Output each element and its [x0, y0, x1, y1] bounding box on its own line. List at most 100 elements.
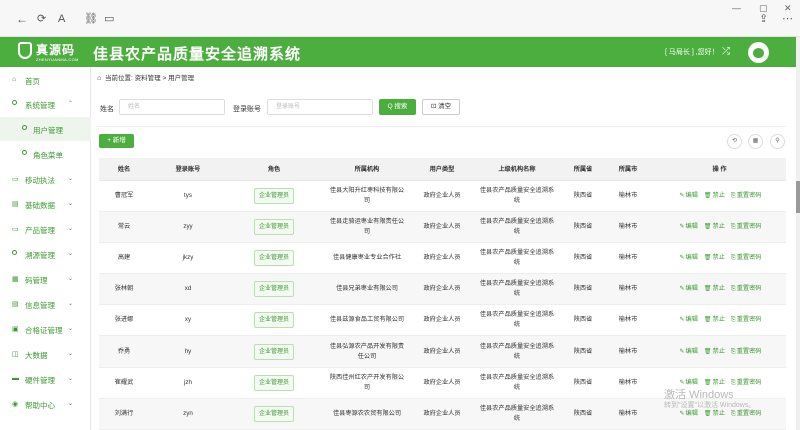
account-input[interactable]: 登录账号 [267, 99, 373, 115]
edit-action-button[interactable]: ✎编辑 [678, 285, 698, 292]
sidebar-item-label: 移动执法 [25, 176, 55, 185]
reset-action-button[interactable]: ⎘重置密码 [729, 192, 762, 199]
col-header[interactable]: 用户类型 [413, 158, 471, 181]
help-icon: ◉ [12, 401, 19, 408]
edit-action-button[interactable]: ✎编辑 [678, 223, 698, 230]
cell-type: 政府企业人员 [413, 398, 471, 430]
name-label: 姓名 [100, 106, 114, 113]
col-header[interactable]: 所属省 [563, 158, 603, 181]
reset-action-label: 重置密码 [736, 409, 762, 417]
sidebar-item-products[interactable]: ▭ 产品管理 ⌄ [0, 217, 91, 241]
sidebar-item-big-data[interactable]: ◫ 大数据 ⌄ [0, 342, 91, 366]
refresh-icon[interactable]: ⟲ [727, 134, 742, 149]
cell-parent: 佳县农产品质量安全追溯系统 [471, 367, 563, 399]
cell-account: zyy [149, 211, 227, 243]
clear-button[interactable]: ⊡ 清空 [422, 99, 460, 115]
minimize-icon[interactable]: — [732, 3, 741, 13]
window-icon[interactable]: ▭ [104, 14, 114, 25]
sidebar-item-users[interactable]: 用户管理 [0, 117, 91, 141]
edit-action-button[interactable]: ✎编辑 [678, 379, 698, 386]
back-icon[interactable]: ← [16, 13, 28, 25]
disable-action-button[interactable]: 🗑禁止 [702, 410, 725, 417]
cell-parent: 佳县农产品质量安全追溯系统 [471, 335, 563, 368]
sidebar-item-mobile-enforcement[interactable]: ▭ 移动执法 ⌄ [0, 167, 91, 191]
cell-name: 常云 [99, 211, 149, 243]
reset-action-label: 重置密码 [736, 253, 762, 261]
grid-icon[interactable]: ▦ [748, 134, 763, 149]
col-header[interactable]: 姓名 [99, 158, 149, 181]
disable-action-label: 禁止 [712, 316, 725, 324]
cell-org: 佳县大阳升红枣科技有限公司 [321, 180, 413, 212]
trash-icon: 🗑 [703, 348, 712, 355]
sidebar: ⌂ 首页 系统管理 ⌃ 用户管理 角色菜单 ▭ 移动执法 ⌄ ▤ 基础数据 ⌄ … [0, 67, 91, 430]
font-icon[interactable]: A [58, 14, 65, 25]
disable-action-label: 禁止 [712, 347, 725, 355]
certificate-icon: ▣ [12, 326, 19, 333]
col-header[interactable]: 上级机构名称 [471, 158, 563, 181]
disable-action-button[interactable]: 🗑禁止 [702, 254, 725, 261]
menu-icon[interactable]: ⋯ [782, 14, 793, 25]
sidebar-item-info[interactable]: ▤ 信息管理 ⌄ [0, 292, 91, 316]
cell-account: xd [149, 273, 227, 306]
sidebar-item-help[interactable]: ◉ 帮助中心 ⌄ [0, 392, 91, 416]
sidebar-item-hardware[interactable]: ▬ 硬件管理 ⌄ [0, 367, 91, 391]
role-badge: 企业管理员 [253, 405, 294, 422]
edit-action-button[interactable]: ✎编辑 [678, 348, 698, 355]
name-input[interactable]: 姓名 [119, 99, 225, 115]
edit-icon: ✎ [679, 410, 685, 417]
sidebar-item-basic-data[interactable]: ▤ 基础数据 ⌄ [0, 192, 91, 216]
chevron-down-icon: ⌄ [68, 351, 74, 357]
disable-action-button[interactable]: 🗑禁止 [702, 285, 725, 292]
cell-province: 陕西省 [563, 211, 603, 243]
add-button[interactable]: + 新增 [99, 134, 134, 148]
cell-type: 政府企业人员 [413, 304, 471, 337]
refresh-icon[interactable]: ⟳ [37, 14, 46, 25]
scrollbar[interactable] [796, 37, 800, 430]
sidebar-item-roles[interactable]: 角色菜单 [0, 142, 91, 166]
reset-action-label: 重置密码 [736, 378, 762, 386]
disable-action-button[interactable]: 🗑禁止 [702, 379, 725, 386]
sidebar-item-traceability[interactable]: 溯源管理 ⌄ [0, 242, 91, 266]
cell-role: 企业管理员 [227, 180, 321, 212]
disable-action-button[interactable]: 🗑禁止 [702, 192, 725, 199]
reset-action-button[interactable]: ⎘重置密码 [729, 348, 762, 355]
edit-action-label: 编辑 [685, 409, 698, 417]
col-header[interactable]: 所属市 [603, 158, 653, 181]
edit-action-button[interactable]: ✎编辑 [678, 192, 698, 199]
sidebar-item-codes[interactable]: ▦ 码管理 ⌄ [0, 267, 91, 291]
sidebar-item-home[interactable]: ⌂ 首页 [0, 68, 91, 92]
disable-action-button[interactable]: 🗑禁止 [702, 223, 725, 230]
col-header[interactable]: 登录账号 [149, 158, 227, 181]
avatar[interactable] [748, 42, 769, 63]
scrollbar-thumb[interactable] [796, 181, 800, 213]
edit-icon: ✎ [679, 192, 685, 199]
disable-action-button[interactable]: 🗑禁止 [702, 348, 725, 355]
edit-action-button[interactable]: ✎编辑 [678, 316, 698, 323]
reset-action-button[interactable]: ⎘重置密码 [729, 410, 762, 417]
user-greeting[interactable]: [ 马局长 ] ,您好！ [665, 47, 719, 57]
reset-action-button[interactable]: ⎘重置密码 [729, 254, 762, 261]
chevron-down-icon: ⌄ [68, 176, 74, 182]
search-icon[interactable]: ⚲ [770, 134, 785, 149]
reset-action-button[interactable]: ⎘重置密码 [729, 223, 762, 230]
reset-action-button[interactable]: ⎘重置密码 [729, 379, 762, 386]
shuffle-icon[interactable]: ⤮ [722, 46, 730, 57]
edit-action-button[interactable]: ✎编辑 [678, 254, 698, 261]
disable-action-button[interactable]: 🗑禁止 [702, 316, 725, 323]
reset-action-button[interactable]: ⎘重置密码 [729, 316, 762, 323]
reset-action-button[interactable]: ⎘重置密码 [729, 285, 762, 292]
cell-city: 榆林市 [603, 211, 653, 243]
chevron-down-icon: ⌄ [68, 251, 74, 257]
edit-action-button[interactable]: ✎编辑 [678, 410, 698, 417]
col-header[interactable]: 所属机构 [321, 158, 413, 181]
search-button[interactable]: Q 搜索 [379, 99, 416, 115]
sidebar-item-system[interactable]: 系统管理 ⌃ [0, 92, 91, 116]
dot-icon [12, 250, 17, 257]
sidebar-item-certificates[interactable]: ▣ 合格证管理 ⌄ [0, 317, 91, 341]
link-icon[interactable]: ⛓ [84, 14, 98, 25]
share-icon[interactable]: ⇪ [759, 14, 768, 25]
cell-province: 陕西省 [563, 273, 603, 306]
info-icon: ▤ [12, 301, 19, 308]
col-header[interactable]: 角色 [227, 158, 321, 181]
cell-actions: ✎编辑 🗑禁止 ⎘重置密码 [653, 304, 786, 337]
